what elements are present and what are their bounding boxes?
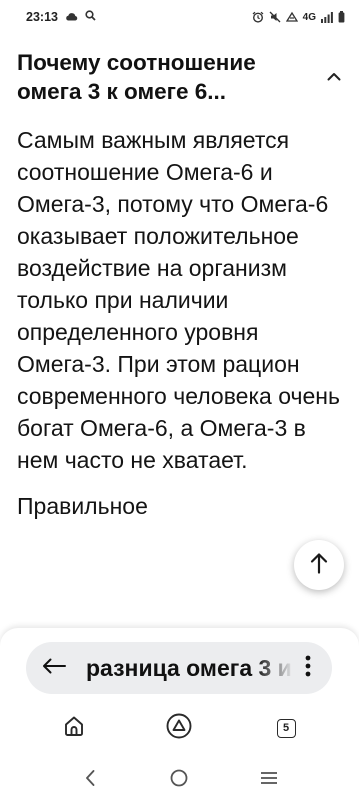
signal-icon [321,11,333,23]
article-heading: Почему соотношение омега 3 к омеге 6... [17,50,256,104]
cloud-icon [65,10,78,24]
system-nav [0,760,359,800]
scroll-top-button[interactable] [294,540,344,590]
menu-lines-icon [260,771,278,790]
search-bar[interactable]: разница омега 3 и омега 6 [26,642,332,694]
home-icon [62,714,86,743]
tabs-button[interactable]: 5 [270,712,302,744]
alice-icon [165,712,193,745]
status-bar: 23:13 4G [0,0,359,34]
system-back-button[interactable] [74,764,106,796]
arrow-left-icon [42,658,66,679]
alarm-icon [252,11,264,23]
tabs-icon: 5 [276,718,296,738]
volte-icon [285,11,298,23]
chevron-left-icon [84,769,96,792]
bottom-panel: разница омега 3 и омега 6 5 [0,628,359,800]
more-vertical-icon [305,655,311,682]
article-paragraph: Самым важным является соотношение Омега-… [17,127,340,473]
article-next-paragraph: Правильное [17,493,148,519]
status-left: 23:13 [26,10,96,24]
home-button[interactable] [58,712,90,744]
circle-icon [170,769,188,792]
more-menu-button[interactable] [294,648,322,688]
alice-button[interactable] [163,712,195,744]
chevron-up-icon [327,68,341,86]
mute-icon [269,11,281,23]
heading-row: Почему соотношение омега 3 к омеге 6... [17,48,347,106]
status-time: 23:13 [26,10,58,24]
network-type: 4G [302,11,316,23]
system-home-button[interactable] [163,764,195,796]
system-recent-button[interactable] [253,764,285,796]
browser-nav: 5 [0,708,359,748]
battery-icon [338,11,345,23]
arrow-up-icon [310,552,328,579]
search-query[interactable]: разница омега 3 и омега 6 [80,655,294,682]
status-right: 4G [252,11,345,23]
article: Почему соотношение омега 3 к омеге 6... … [17,48,347,633]
back-button[interactable] [28,642,80,694]
search-status-icon [85,10,96,24]
collapse-button[interactable] [323,66,345,88]
